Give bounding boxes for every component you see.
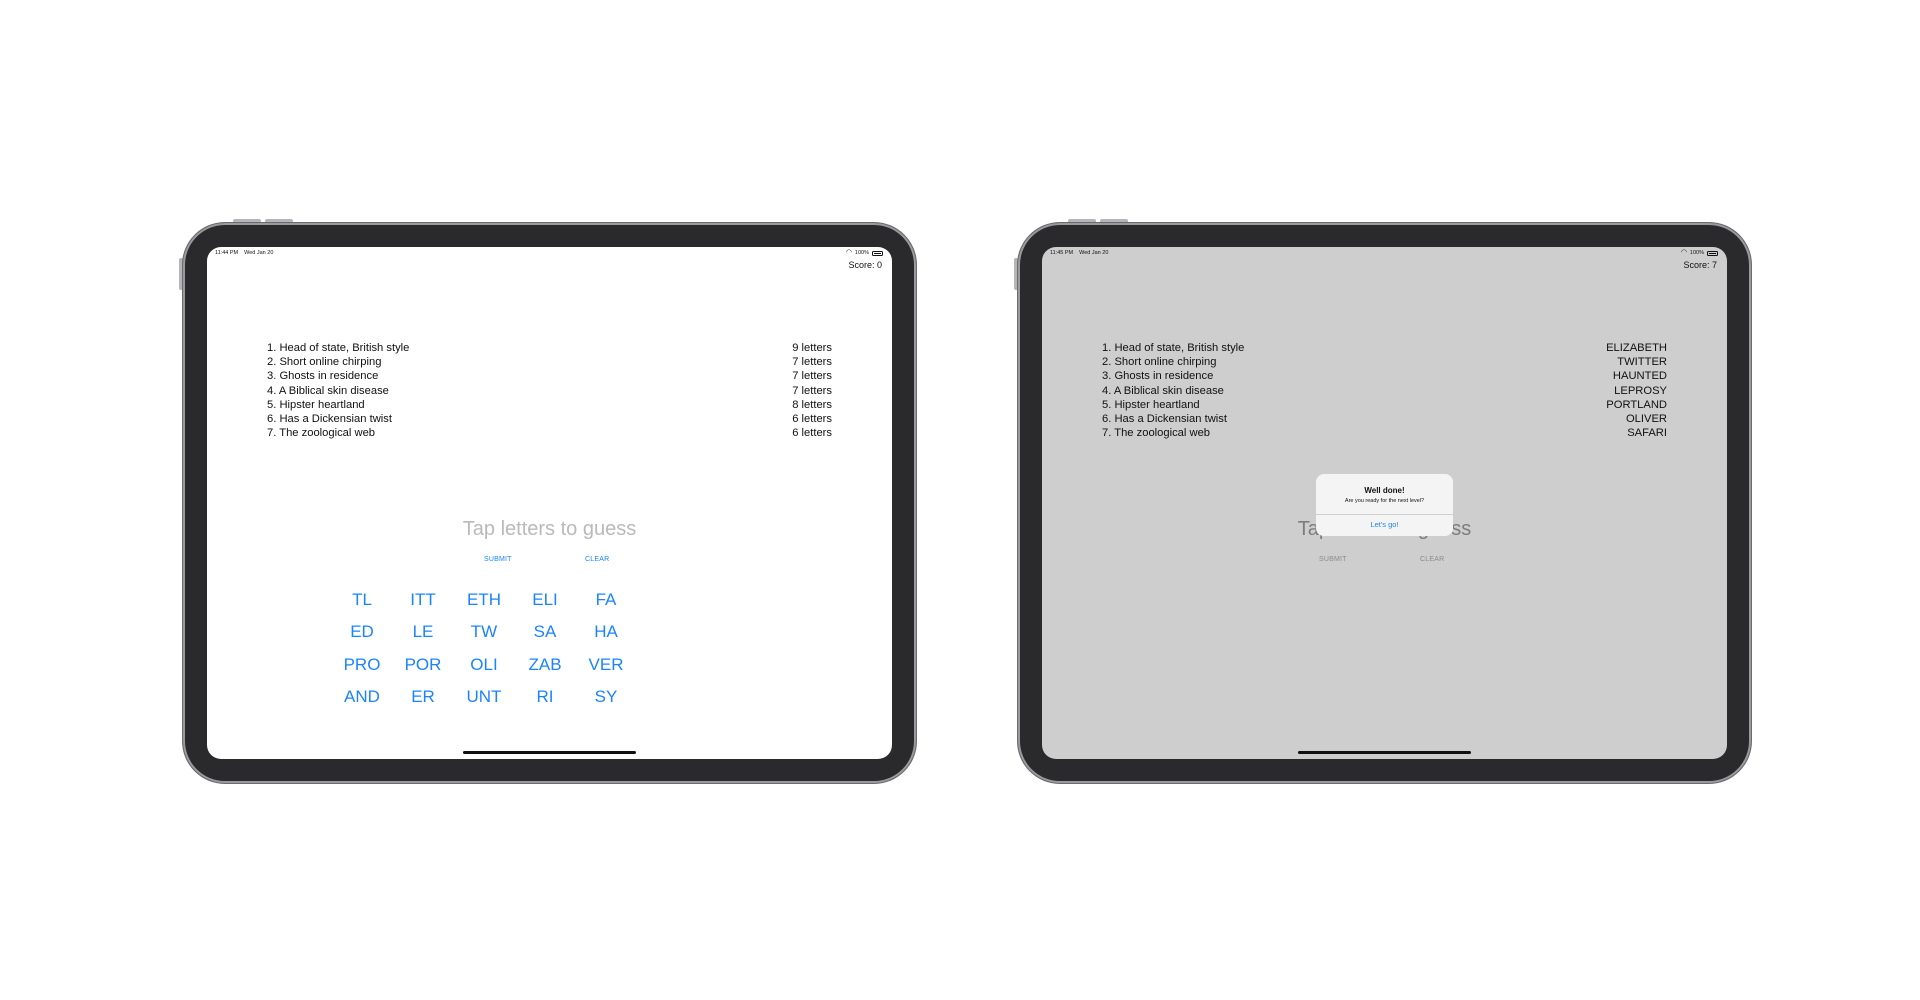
answer: TWITTER bbox=[1617, 356, 1667, 369]
alert-title: Well done! bbox=[1364, 486, 1405, 495]
answer: HAUNTED bbox=[1612, 370, 1667, 383]
clue: 2. Short online chirping bbox=[267, 356, 382, 369]
clue: 7. The zoological web bbox=[267, 427, 376, 440]
letter-tile-button[interactable]: ZAB bbox=[515, 655, 575, 675]
wifi-icon: ◠ bbox=[845, 249, 852, 256]
ipad-right: ‹ 11:45 PMWed Jan 20 ◠ 100% Score: 7 1. … bbox=[1014, 219, 1751, 783]
answer-length: 6 letters bbox=[792, 427, 832, 440]
letter-tile-button[interactable]: TL bbox=[332, 590, 392, 610]
submit-button[interactable]: SUBMIT bbox=[484, 556, 512, 563]
letter-tile-button[interactable]: OLI bbox=[454, 655, 514, 675]
home-indicator[interactable] bbox=[463, 751, 636, 754]
answers-list: ELIZABETH TWITTER HAUNTED LEPROSY PORTLA… bbox=[1606, 341, 1667, 440]
clue: 6. Has a Dickensian twist bbox=[267, 413, 392, 426]
clue: 4. A Biblical skin disease bbox=[267, 384, 389, 397]
score-label: Score: 7 bbox=[1683, 260, 1717, 270]
letter-tile-button[interactable]: ED bbox=[332, 622, 392, 642]
wifi-icon: ◠ bbox=[1680, 249, 1687, 256]
clear-button[interactable]: CLEAR bbox=[585, 556, 609, 563]
letter-tile-button[interactable]: SY bbox=[576, 687, 636, 707]
letter-tile-button[interactable]: POR bbox=[393, 655, 453, 675]
letter-tile-button[interactable]: HA bbox=[576, 622, 636, 642]
ipad-left: ‹ 11:44 PMWed Jan 20 ◠ 100% Score: 0 1. … bbox=[179, 219, 916, 783]
clue: 4. A Biblical skin disease bbox=[1102, 384, 1224, 397]
letter-tile-button[interactable]: ITT bbox=[393, 590, 453, 610]
answer-length: 9 letters bbox=[792, 342, 832, 354]
clue: 3. Ghosts in residence bbox=[267, 370, 379, 383]
status-date: Wed Jan 20 bbox=[244, 250, 274, 256]
clue: 1. Head of state, British style bbox=[1102, 342, 1245, 354]
letter-tile-button[interactable]: AND bbox=[332, 687, 392, 707]
clue: 5. Hipster heartland bbox=[267, 398, 365, 411]
status-bar: 11:45 PM Wed Jan 20 bbox=[1050, 250, 1108, 256]
answer: LEPROSY bbox=[1614, 384, 1667, 397]
screen: 11:45 PM Wed Jan 20 ◠ 100% Score: 7 1. He… bbox=[1042, 247, 1727, 759]
answer-length: 7 letters bbox=[792, 370, 832, 383]
battery-icon bbox=[1707, 250, 1718, 256]
level-complete-alert: Well done! Are you ready for the next le… bbox=[1316, 474, 1453, 536]
clue: 1. Head of state, British style bbox=[267, 342, 410, 354]
status-time: 11:44 PM bbox=[215, 250, 239, 256]
screen: 11:44 PM Wed Jan 20 ◠ 100% Score: 0 1. He… bbox=[207, 247, 892, 759]
status-time: 11:45 PM bbox=[1050, 250, 1074, 256]
letter-tile-button[interactable]: SA bbox=[515, 622, 575, 642]
home-indicator[interactable] bbox=[1298, 751, 1471, 754]
battery-percent: 100% bbox=[854, 250, 869, 256]
clue: 2. Short online chirping bbox=[1102, 356, 1217, 369]
answer-length: 6 letters bbox=[792, 413, 832, 426]
clear-button: CLEAR bbox=[1420, 556, 1445, 563]
letter-tile-button[interactable]: FA bbox=[576, 590, 636, 610]
status-date: Wed Jan 20 bbox=[1079, 250, 1109, 256]
answer-length: 8 letters bbox=[792, 398, 832, 411]
score-label: Score: 0 bbox=[848, 260, 882, 270]
letter-tile-button[interactable]: RI bbox=[515, 687, 575, 707]
letter-tile-button[interactable]: PRO bbox=[332, 655, 392, 675]
clues-list: 1. Head of state, British style 2. Short… bbox=[1102, 341, 1244, 440]
letter-tile-button[interactable]: TW bbox=[454, 622, 514, 642]
clue: 6. Has a Dickensian twist bbox=[1102, 413, 1227, 426]
letter-tile-button[interactable]: ER bbox=[393, 687, 453, 707]
battery-icon bbox=[872, 250, 883, 256]
battery-percent: 100% bbox=[1689, 250, 1704, 256]
alert-divider bbox=[1316, 514, 1453, 515]
answer: OLIVER bbox=[1625, 413, 1667, 426]
clue: 3. Ghosts in residence bbox=[1102, 370, 1214, 383]
letter-tile-button[interactable]: LE bbox=[393, 622, 453, 642]
letter-tile-button[interactable]: ETH bbox=[454, 590, 514, 610]
clues-list: 1. Head of state, British style 2. Short… bbox=[267, 341, 409, 440]
clue: 5. Hipster heartland bbox=[1102, 398, 1200, 411]
lets-go-button[interactable]: Let's go! bbox=[1316, 520, 1453, 529]
submit-button: SUBMIT bbox=[1319, 556, 1347, 563]
answer-length: 7 letters bbox=[792, 384, 832, 397]
status-bar: 11:44 PM Wed Jan 20 bbox=[215, 250, 273, 256]
answer: PORTLAND bbox=[1606, 398, 1667, 411]
answer: ELIZABETH bbox=[1606, 342, 1667, 354]
answer: SAFARI bbox=[1627, 427, 1667, 440]
clue: 7. The zoological web bbox=[1102, 427, 1211, 440]
letter-tile-button[interactable]: VER bbox=[576, 655, 636, 675]
status-indicators: ◠ 100% bbox=[1680, 249, 1718, 256]
status-indicators: ◠ 100% bbox=[845, 249, 883, 256]
letter-tile-button[interactable]: ELI bbox=[515, 590, 575, 610]
guess-field[interactable]: Tap letters to guess bbox=[207, 518, 892, 541]
answer-length: 7 letters bbox=[792, 356, 832, 369]
answers-list: 9 letters 7 letters 7 letters 7 letters … bbox=[792, 341, 832, 440]
alert-message: Are you ready for the next level? bbox=[1344, 498, 1425, 504]
letter-tile-button[interactable]: UNT bbox=[454, 687, 514, 707]
